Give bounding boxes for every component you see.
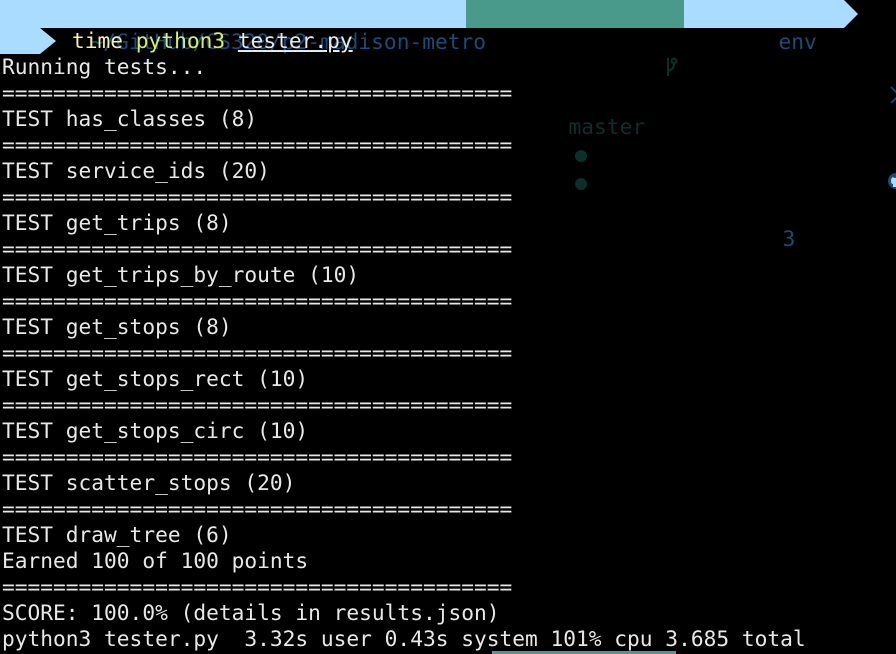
chevron-right-icon bbox=[787, 56, 896, 141]
output-separator: ======================================== bbox=[2, 574, 513, 599]
prompt-bar: ~/GitHub/CS320/p2-madison-metro master e… bbox=[0, 0, 896, 251]
output-test-line: TEST service_ids (20) bbox=[2, 158, 270, 183]
output-separator: ======================================== bbox=[2, 288, 513, 313]
git-branch-name: master bbox=[568, 114, 646, 139]
prompt-git-segment: master bbox=[466, 0, 684, 190]
prompt-end-arrow bbox=[844, 0, 858, 28]
output-separator: ======================================== bbox=[2, 496, 513, 521]
output-separator: ======================================== bbox=[2, 132, 513, 157]
output-separator: ======================================== bbox=[2, 444, 513, 469]
output-separator: ======================================== bbox=[2, 236, 513, 261]
output-score: SCORE: 100.0% (details in results.json) bbox=[2, 600, 500, 625]
output-test-line: TEST draw_tree (6) bbox=[2, 522, 232, 547]
prompt-path: ~/GitHub/CS320/p2-madison-metro bbox=[0, 0, 486, 54]
git-status-dot-1 bbox=[574, 150, 587, 162]
terminal-window[interactable]: ~/GitHub/CS320/p2-madison-metro master e… bbox=[0, 0, 896, 654]
output-test-line: TEST get_stops (8) bbox=[2, 314, 232, 339]
output-separator: ======================================== bbox=[2, 392, 513, 417]
output-test-line: TEST get_stops_rect (10) bbox=[2, 366, 309, 391]
output-separator: ======================================== bbox=[2, 80, 513, 105]
command-line[interactable]: time python3 tester.py bbox=[72, 28, 353, 54]
git-status-dot-2 bbox=[574, 178, 587, 190]
output-separator: ======================================== bbox=[2, 340, 513, 365]
prompt-env-segment: env 3 bbox=[684, 0, 896, 251]
output-timing: python3 tester.py 3.32s user 0.43s syste… bbox=[2, 626, 806, 651]
output-running: Running tests... bbox=[2, 54, 207, 79]
command-time: time bbox=[72, 28, 124, 53]
command-program: python3 bbox=[135, 28, 226, 53]
prompt-continuation-arrow bbox=[40, 28, 56, 54]
env-name: env bbox=[778, 29, 817, 54]
output-separator: ======================================== bbox=[2, 184, 513, 209]
output-test-line: TEST get_trips_by_route (10) bbox=[2, 262, 360, 287]
prompt-continuation bbox=[0, 28, 40, 54]
output-test-line: TEST scatter_stops (20) bbox=[2, 470, 296, 495]
github-icon bbox=[785, 141, 896, 225]
output-test-line: TEST has_classes (8) bbox=[2, 106, 258, 131]
output-test-line: TEST get_stops_circ (10) bbox=[2, 418, 309, 443]
command-arg: tester.py bbox=[237, 28, 353, 53]
github-count: 3 bbox=[782, 226, 796, 251]
output-test-line: TEST get_trips (8) bbox=[2, 210, 232, 235]
git-branch-icon bbox=[561, 28, 679, 113]
output-earned: Earned 100 of 100 points bbox=[2, 548, 309, 573]
